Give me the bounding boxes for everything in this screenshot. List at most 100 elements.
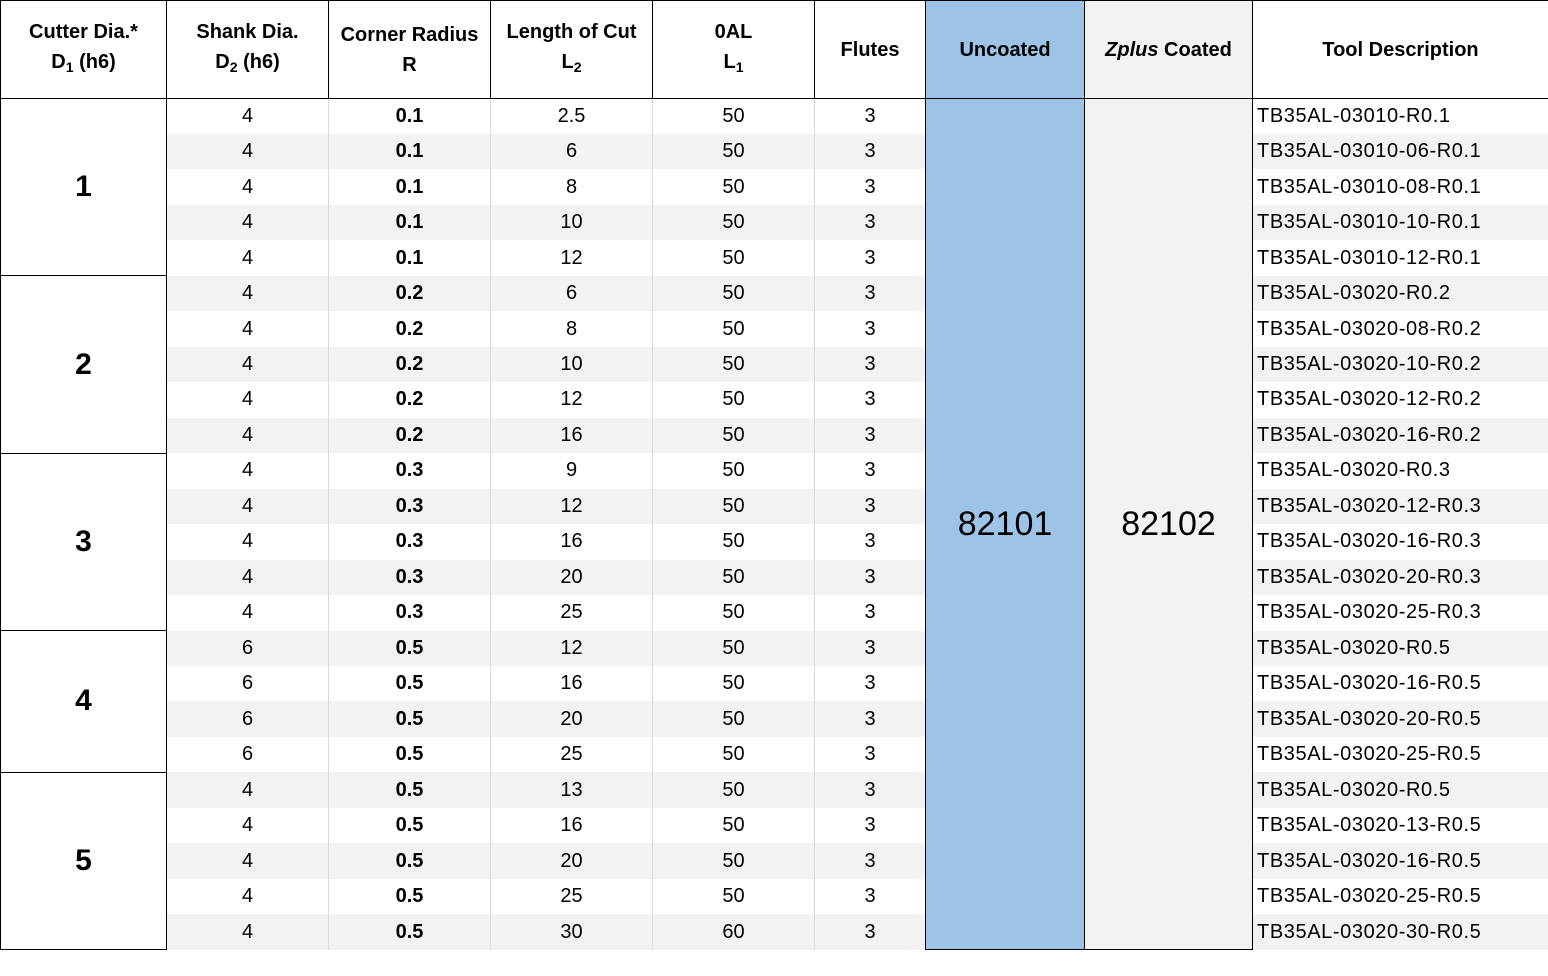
corner-radius-cell: 0.2 xyxy=(328,346,491,383)
shank-dia-cell: 4 xyxy=(166,878,329,915)
corner-radius-cell: 0.2 xyxy=(328,275,491,312)
flutes-cell: 3 xyxy=(814,346,926,383)
corner-radius-cell: 0.5 xyxy=(328,914,491,950)
cutter-dia-cell: 4 xyxy=(0,630,167,773)
flutes-cell: 3 xyxy=(814,382,926,418)
corner-radius-cell: 0.1 xyxy=(328,169,491,205)
oal-cell: 50 xyxy=(652,559,815,596)
table-row: 4 0.5 20 50 3 TB35AL-03020-16-R0.5 xyxy=(1,843,1548,879)
header-oal-symbol: L xyxy=(723,51,736,73)
oal-cell: 50 xyxy=(652,736,815,773)
shank-dia-cell: 4 xyxy=(166,595,329,631)
shank-dia-cell: 4 xyxy=(166,240,329,276)
shank-dia-cell: 4 xyxy=(166,559,329,596)
header-corner-radius: Corner Radius R xyxy=(328,0,491,99)
flutes-cell: 3 xyxy=(814,311,926,347)
tool-description-cell: TB35AL-03020-25-R0.3 xyxy=(1252,595,1548,631)
tool-description-cell: TB35AL-03020-16-R0.5 xyxy=(1252,843,1548,879)
shank-dia-cell: 4 xyxy=(166,169,329,205)
oal-cell: 60 xyxy=(652,914,815,950)
header-zplus-brand: Zplus xyxy=(1105,38,1159,61)
flutes-cell: 3 xyxy=(814,417,926,454)
length-of-cut-cell: 10 xyxy=(490,204,653,241)
length-of-cut-cell: 25 xyxy=(490,736,653,773)
length-of-cut-cell: 10 xyxy=(490,346,653,383)
length-of-cut-cell: 13 xyxy=(490,772,653,808)
cutter-dia-cell: 3 xyxy=(0,452,167,632)
length-of-cut-cell: 25 xyxy=(490,878,653,915)
table-row: 4 0.5 25 50 3 TB35AL-03020-25-R0.5 xyxy=(1,878,1548,915)
flutes-cell: 3 xyxy=(814,559,926,596)
oal-cell: 50 xyxy=(652,878,815,915)
oal-cell: 50 xyxy=(652,772,815,808)
header-shank-dia-subscript: 2 xyxy=(229,59,238,75)
flutes-cell: 3 xyxy=(814,524,926,560)
shank-dia-cell: 4 xyxy=(166,807,329,844)
flutes-cell: 3 xyxy=(814,807,926,844)
corner-radius-cell: 0.3 xyxy=(328,453,491,489)
shank-dia-cell: 4 xyxy=(166,346,329,383)
header-oal-line1: 0AL xyxy=(714,21,753,43)
zplus-coated-code: 82102 xyxy=(1084,97,1253,951)
tool-description-cell: TB35AL-03020-R0.5 xyxy=(1252,772,1548,808)
oal-cell: 50 xyxy=(652,701,815,737)
header-shank-dia-tolerance: (h6) xyxy=(237,51,280,73)
header-length-of-cut: Length of Cut L2 xyxy=(490,0,653,99)
tool-description-cell: TB35AL-03010-12-R0.1 xyxy=(1252,240,1548,276)
length-of-cut-cell: 8 xyxy=(490,311,653,347)
tool-spec-table: Cutter Dia.* D1 (h6) Shank Dia. D2 (h6) … xyxy=(0,0,1548,951)
header-cutter-dia-line1: Cutter Dia.* xyxy=(29,21,138,43)
tool-description-cell: TB35AL-03020-08-R0.2 xyxy=(1252,311,1548,347)
corner-radius-cell: 0.1 xyxy=(328,204,491,241)
cutter-dia-cell: 2 xyxy=(0,275,167,454)
oal-cell: 50 xyxy=(652,346,815,383)
tool-description-cell: TB35AL-03020-R0.5 xyxy=(1252,630,1548,666)
flutes-cell: 3 xyxy=(814,843,926,879)
length-of-cut-cell: 25 xyxy=(490,595,653,631)
flutes-cell: 3 xyxy=(814,772,926,808)
tool-description-cell: TB35AL-03020-R0.3 xyxy=(1252,453,1548,489)
oal-cell: 50 xyxy=(652,453,815,489)
flutes-cell: 3 xyxy=(814,630,926,666)
header-length-of-cut-line1: Length of Cut xyxy=(506,21,637,43)
flutes-cell: 3 xyxy=(814,666,926,702)
table-row: 6 0.5 25 50 3 TB35AL-03020-25-R0.5 xyxy=(1,736,1548,773)
corner-radius-cell: 0.1 xyxy=(328,240,491,276)
header-zplus-coated: Zplus Coated xyxy=(1084,0,1253,99)
shank-dia-cell: 6 xyxy=(166,630,329,666)
flutes-cell: 3 xyxy=(814,736,926,773)
corner-radius-cell: 0.3 xyxy=(328,488,491,525)
corner-radius-cell: 0.5 xyxy=(328,807,491,844)
header-uncoated: Uncoated xyxy=(925,0,1085,99)
corner-radius-cell: 0.5 xyxy=(328,772,491,808)
length-of-cut-cell: 16 xyxy=(490,417,653,454)
tool-description-cell: TB35AL-03020-12-R0.2 xyxy=(1252,382,1548,418)
length-of-cut-cell: 16 xyxy=(490,666,653,702)
cutter-dia-cell: 5 xyxy=(0,771,167,951)
flutes-cell: 3 xyxy=(814,204,926,241)
table-row: 6 0.5 16 50 3 TB35AL-03020-16-R0.5 xyxy=(1,666,1548,702)
flutes-cell: 3 xyxy=(814,488,926,525)
tool-description-cell: TB35AL-03010-08-R0.1 xyxy=(1252,169,1548,205)
oal-cell: 50 xyxy=(652,666,815,702)
header-length-of-cut-subscript: 2 xyxy=(573,59,582,75)
length-of-cut-cell: 12 xyxy=(490,240,653,276)
shank-dia-cell: 4 xyxy=(166,524,329,560)
corner-radius-cell: 0.5 xyxy=(328,736,491,773)
shank-dia-cell: 4 xyxy=(166,98,329,134)
table-row: 4 0.1 12 50 3 TB35AL-03010-12-R0.1 xyxy=(1,240,1548,276)
flutes-cell: 3 xyxy=(814,133,926,170)
oal-cell: 50 xyxy=(652,843,815,879)
header-row: Cutter Dia.* D1 (h6) Shank Dia. D2 (h6) … xyxy=(0,0,1548,99)
header-cutter-dia-tolerance: (h6) xyxy=(73,51,116,73)
tool-description-cell: TB35AL-03020-30-R0.5 xyxy=(1252,914,1548,950)
length-of-cut-cell: 6 xyxy=(490,275,653,312)
length-of-cut-cell: 20 xyxy=(490,559,653,596)
flutes-cell: 3 xyxy=(814,701,926,737)
uncoated-code: 82101 xyxy=(925,97,1085,951)
header-zplus-coated-label: Coated xyxy=(1158,38,1232,61)
corner-radius-cell: 0.5 xyxy=(328,878,491,915)
tool-description-cell: TB35AL-03020-20-R0.3 xyxy=(1252,559,1548,596)
tool-description-cell: TB35AL-03020-20-R0.5 xyxy=(1252,701,1548,737)
flutes-cell: 3 xyxy=(814,98,926,134)
